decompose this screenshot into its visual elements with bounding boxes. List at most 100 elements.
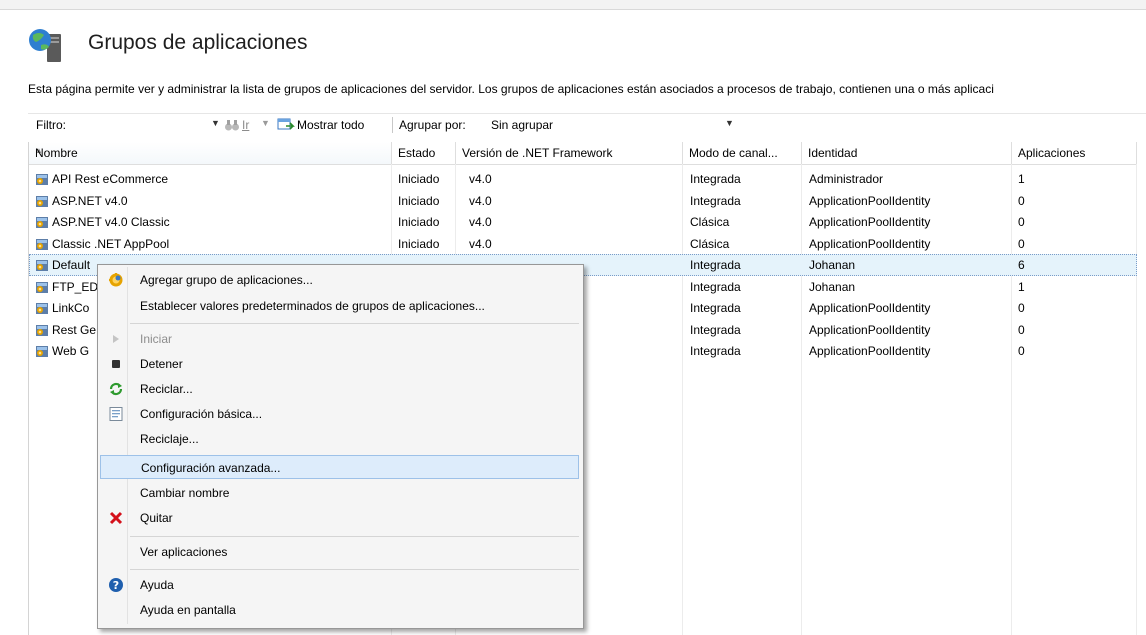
menu-item-recycle[interactable]: Reciclar... <box>100 377 579 401</box>
cell-identity: ApplicationPoolIdentity <box>809 215 931 229</box>
cell-identity: ApplicationPoolIdentity <box>809 301 931 315</box>
cell-mode: Integrada <box>690 258 741 272</box>
cell-apps: 0 <box>1018 322 1025 337</box>
context-menu: Agregar grupo de aplicaciones... Estable… <box>97 264 584 629</box>
menu-item-advanced-settings[interactable]: Configuración avanzada... <box>100 455 579 479</box>
cell-name: FTP_ED <box>52 279 99 294</box>
column-header-name[interactable]: ▲ Nombre <box>29 142 392 165</box>
binoculars-icon[interactable] <box>224 117 240 133</box>
stop-icon <box>112 360 120 368</box>
cell-net: v4.0 <box>469 193 492 208</box>
column-header-net-version[interactable]: Versión de .NET Framework <box>456 142 683 165</box>
menu-separator <box>130 536 579 537</box>
page-title: Grupos de aplicaciones <box>88 31 308 54</box>
app-pool-icon <box>34 343 50 359</box>
group-by-select[interactable]: Sin agrupar <box>487 116 727 133</box>
app-pool-icon <box>34 279 50 295</box>
cell-identity: Johanan <box>809 279 856 294</box>
menu-item-recycling[interactable]: Reciclaje... <box>100 427 579 451</box>
cell-identity: ApplicationPoolIdentity <box>809 193 931 208</box>
menu-separator <box>130 323 579 324</box>
cell-net: v4.0 <box>469 172 492 186</box>
help-icon: ? <box>109 578 123 592</box>
red-x-icon <box>109 511 123 525</box>
cell-name: Web G <box>52 344 90 358</box>
cell-name: LinkCo <box>52 301 90 315</box>
cell-mode: Clásica <box>690 215 730 229</box>
menu-separator <box>130 569 579 570</box>
cell-apps: 1 <box>1018 279 1025 294</box>
cell-identity: ApplicationPoolIdentity <box>809 236 931 251</box>
table-row[interactable]: API Rest eCommerce Iniciado v4.0 Integrada A… <box>29 168 1137 190</box>
group-by-dropdown-arrow-icon[interactable]: ▼ <box>725 118 734 128</box>
cell-identity: Administrador <box>809 172 884 186</box>
svg-text:?: ? <box>113 579 119 592</box>
group-by-label: Agrupar por: <box>399 118 466 132</box>
cell-mode: Integrada <box>690 344 741 358</box>
menu-item-online-help[interactable]: Ayuda en pantalla <box>100 598 579 622</box>
column-header-applications[interactable]: Aplicaciones <box>1012 142 1137 165</box>
menu-item-help[interactable]: ? Ayuda <box>100 573 579 597</box>
table-row[interactable]: Classic .NET AppPool Iniciado v4.0 Clásica A… <box>29 233 1137 255</box>
show-all-icon[interactable] <box>277 117 295 133</box>
recycle-icon <box>109 382 123 396</box>
menu-item-rename[interactable]: Cambiar nombre <box>100 481 579 505</box>
filter-label: Filtro: <box>36 118 66 132</box>
toolbar-separator <box>392 117 393 133</box>
table-row[interactable]: ASP.NET v4.0 Iniciado v4.0 Integrada Applica… <box>29 190 1137 212</box>
cell-apps: 0 <box>1018 236 1025 251</box>
table-row[interactable]: ASP.NET v4.0 Classic Iniciado v4.0 Clásica A… <box>29 211 1137 233</box>
column-header-pipeline-mode[interactable]: Modo de canal... <box>683 142 802 165</box>
cell-name: ASP.NET v4.0 Classic <box>52 215 170 229</box>
app-pool-icon <box>34 214 50 230</box>
filter-toolbar: Filtro: ▼ Ir ▼ Mostrar todo Agrupar por:… <box>28 113 1146 136</box>
filter-dropdown-arrow-icon[interactable]: ▼ <box>211 118 220 128</box>
show-all-button[interactable]: Mostrar todo <box>297 118 364 132</box>
cell-apps: 0 <box>1018 301 1025 315</box>
app-pool-icon <box>34 322 50 338</box>
cell-name: Classic .NET AppPool <box>52 236 170 251</box>
cell-mode: Integrada <box>690 301 741 315</box>
settings-page-icon <box>109 407 123 421</box>
cell-mode: Clásica <box>690 236 730 251</box>
menu-item-add-app-pool[interactable]: Agregar grupo de aplicaciones... <box>100 268 579 292</box>
menu-item-basic-settings[interactable]: Configuración básica... <box>100 402 579 426</box>
column-header-state[interactable]: Estado <box>392 142 456 165</box>
menu-item-view-applications[interactable]: Ver aplicaciones <box>100 540 579 564</box>
cell-state: Iniciado <box>398 215 440 229</box>
cell-apps: 1 <box>1018 172 1025 186</box>
menu-item-remove[interactable]: Quitar <box>100 506 579 530</box>
go-button[interactable]: Ir <box>242 118 249 132</box>
column-header-identity[interactable]: Identidad <box>802 142 1012 165</box>
cell-identity: ApplicationPoolIdentity <box>809 344 931 358</box>
menu-item-set-defaults[interactable]: Establecer valores predeterminados de gr… <box>100 294 579 318</box>
cell-mode: Integrada <box>690 279 741 294</box>
cell-identity: Johanan <box>809 258 856 272</box>
cell-name: ASP.NET v4.0 <box>52 193 128 208</box>
top-strip <box>0 0 1146 10</box>
cell-name: API Rest eCommerce <box>52 172 169 186</box>
cell-apps: 0 <box>1018 215 1025 229</box>
cell-net: v4.0 <box>469 215 492 229</box>
menu-item-stop[interactable]: Detener <box>100 352 579 376</box>
cell-state: Iniciado <box>398 236 440 251</box>
group-by-value: Sin agrupar <box>491 118 554 132</box>
app-pool-icon <box>34 171 50 187</box>
go-dropdown-arrow-icon[interactable]: ▼ <box>261 118 270 128</box>
menu-item-start[interactable]: Iniciar <box>100 327 579 351</box>
cell-name: Rest Ge <box>52 322 97 337</box>
cell-apps: 0 <box>1018 344 1025 358</box>
app-pool-icon <box>34 236 50 252</box>
app-pool-add-icon <box>109 273 123 287</box>
app-pools-globe-icon <box>29 29 61 62</box>
app-pool-icon <box>34 300 50 316</box>
app-pool-icon <box>34 193 50 209</box>
app-pool-icon <box>34 257 50 273</box>
cell-net: v4.0 <box>469 236 492 251</box>
cell-mode: Integrada <box>690 322 741 337</box>
cell-state: Iniciado <box>398 193 440 208</box>
cell-identity: ApplicationPoolIdentity <box>809 322 931 337</box>
cell-mode: Integrada <box>690 193 741 208</box>
cell-apps: 6 <box>1018 258 1025 272</box>
page-description: Esta página permite ver y administrar la… <box>28 82 994 96</box>
